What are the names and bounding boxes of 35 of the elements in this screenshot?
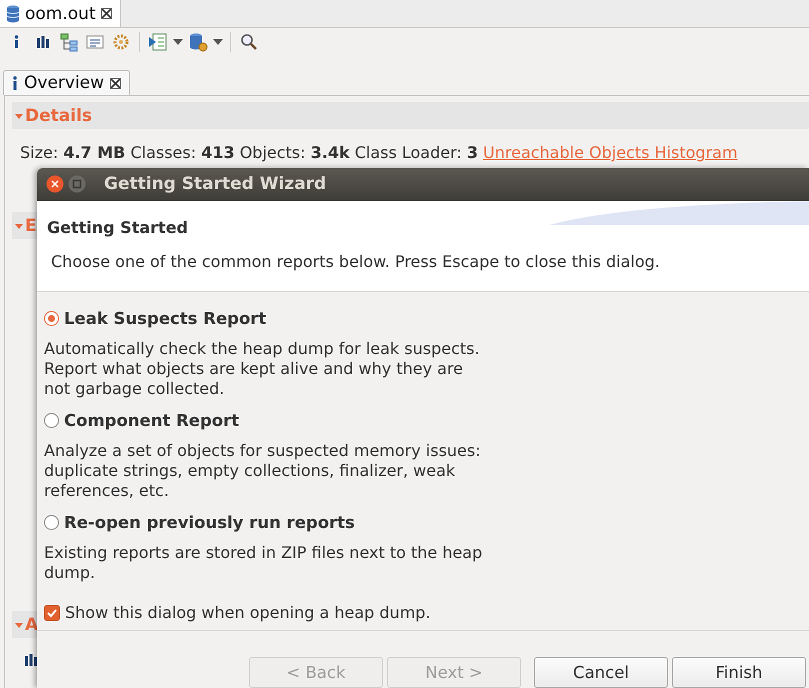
expand-arrow-icon[interactable] [15, 620, 23, 628]
dialog-title-bar: Getting Started Wizard [37, 168, 809, 201]
checkbox-label[interactable]: Show this dialog when opening a heap dump. [65, 603, 431, 622]
info-icon [12, 76, 18, 90]
wizard-description: Choose one of the common reports below. Press Escape to close this dialog. [51, 252, 661, 271]
checkmark-icon [46, 606, 58, 618]
radio-button[interactable] [44, 514, 59, 530]
close-icon[interactable] [46, 175, 64, 194]
close-icon[interactable] [100, 8, 112, 19]
report-description: Analyze a set of objects for suspected memory issues: duplicate strings, empty collections, finalizer, weak references, etc. [44, 441, 482, 501]
report-radio[interactable]: Component Report [44, 408, 809, 432]
checkbox[interactable] [44, 604, 60, 620]
tree-icon[interactable] [58, 31, 80, 53]
report-radio[interactable]: Leak Suspects Report [44, 306, 809, 330]
report-radio[interactable]: Re-open previously run reports [44, 510, 809, 534]
bar-chart-icon[interactable] [24, 652, 38, 666]
wizard-button[interactable]: Cancel [534, 657, 668, 688]
overview-tab[interactable]: Overview [3, 70, 130, 95]
expand-arrow-icon[interactable] [15, 222, 23, 230]
expand-arrow-icon[interactable] [15, 112, 23, 120]
report-description: Existing reports are stored in ZIP files next to the heap dump. [44, 543, 484, 583]
close-icon[interactable] [110, 78, 122, 88]
dropdown-arrow-icon[interactable] [173, 39, 183, 45]
wizard-heading: Getting Started [47, 218, 189, 237]
run-list-icon[interactable] [147, 31, 169, 53]
radio-button[interactable] [44, 412, 59, 428]
database-gear-icon[interactable] [187, 31, 209, 53]
radio-dot-icon [48, 314, 55, 322]
wizard-button[interactable]: Finish [672, 657, 806, 688]
dropdown-arrow-icon[interactable] [213, 39, 223, 45]
details-summary: Size: 4.7 MB Classes: 413 Objects: 3.4k Class Loader: 3 [20, 143, 478, 164]
database-icon [6, 4, 20, 22]
editor-tab[interactable]: oom.out [0, 0, 121, 27]
report-description: Automatically check the heap dump for leak suspects. Report what objects are kept alive and why they are not garbage collected. [44, 339, 481, 399]
radio-button[interactable] [44, 310, 59, 326]
